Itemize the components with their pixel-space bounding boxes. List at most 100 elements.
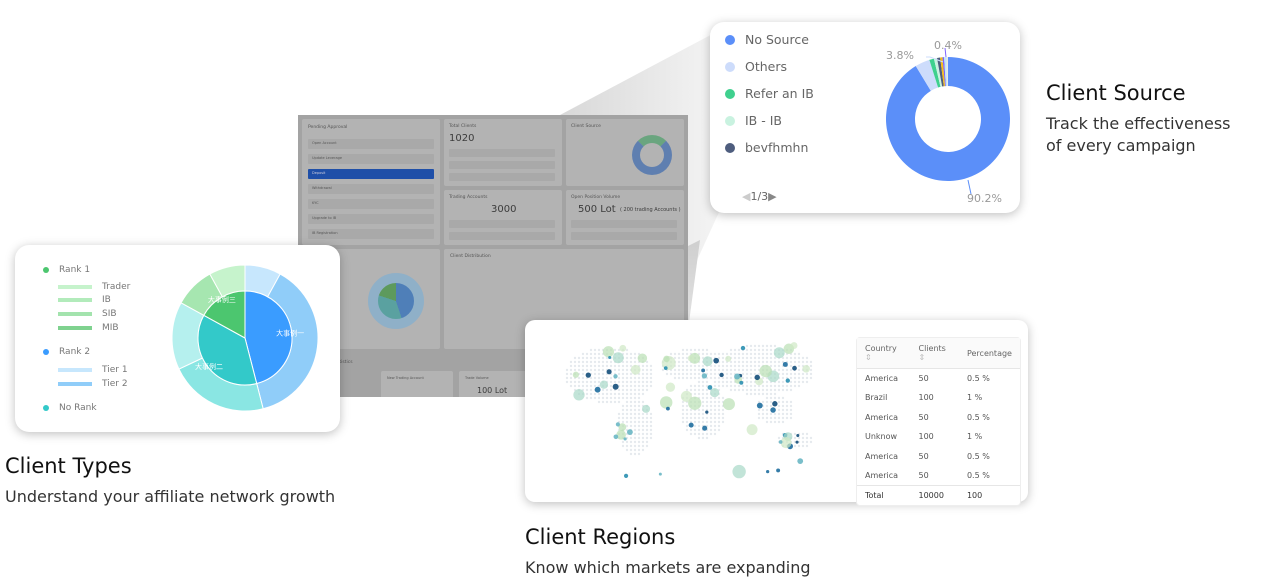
source-legend-item[interactable]: Refer an IB [725, 86, 814, 101]
pending-item[interactable]: Deposit [308, 169, 434, 179]
legend-item-tier-1[interactable]: Tier 1 [58, 365, 128, 375]
map-land-dot [789, 404, 793, 408]
legend-item-no-rank[interactable]: No Rank [43, 403, 97, 413]
col-country[interactable]: Country ⇕ [857, 338, 911, 369]
map-land-dot [701, 364, 705, 368]
map-land-dot [581, 384, 585, 388]
next-page-icon[interactable]: ▶ [768, 190, 776, 203]
client-region-marker [740, 345, 746, 351]
map-land-dot [597, 352, 601, 356]
map-land-dot [737, 388, 741, 392]
client-region-marker [599, 380, 609, 389]
map-land-dot [693, 392, 697, 396]
total-cell: 10000 [910, 485, 959, 505]
map-land-dot [789, 356, 793, 360]
legend-label: bevfhmhn [745, 140, 809, 155]
client-region-marker [613, 434, 619, 440]
client-region-marker [623, 437, 627, 441]
source-legend-item[interactable]: No Source [725, 32, 809, 47]
legend-swatch [43, 405, 49, 411]
map-land-dot [581, 380, 585, 384]
map-land-dot [637, 400, 641, 404]
legend-item-mib[interactable]: MIB [58, 323, 119, 333]
pending-item[interactable]: Open Account [308, 139, 434, 149]
map-land-dot [649, 432, 653, 436]
client-region-marker [773, 347, 785, 359]
legend-item-sib[interactable]: SIB [58, 309, 117, 319]
map-land-dot [633, 436, 637, 440]
client-region-marker [608, 356, 612, 360]
pending-item[interactable]: IB Registration [308, 229, 434, 239]
map-land-dot [729, 368, 733, 372]
map-land-dot [721, 408, 725, 412]
map-land-dot [773, 420, 777, 424]
map-land-dot [609, 384, 613, 388]
client-region-marker [790, 342, 798, 349]
map-land-dot [697, 380, 701, 384]
map-land-dot [765, 392, 769, 396]
source-legend-item[interactable]: Others [725, 59, 787, 74]
col-clients[interactable]: Clients ⇕ [910, 338, 959, 369]
map-land-dot [757, 360, 761, 364]
map-land-dot [757, 356, 761, 360]
map-land-dot [637, 424, 641, 428]
client-region-marker [663, 355, 670, 363]
map-land-dot [633, 360, 637, 364]
map-land-dot [625, 348, 629, 352]
pending-item[interactable]: Update Leverage [308, 154, 434, 164]
map-land-dot [757, 416, 761, 420]
map-land-dot [681, 364, 685, 368]
map-land-dot [693, 412, 697, 416]
client-source-subtitle-2: of every campaign [1046, 136, 1196, 155]
map-land-dot [641, 412, 645, 416]
map-land-dot [609, 380, 613, 384]
map-land-dot [733, 348, 737, 352]
map-land-dot [777, 388, 781, 392]
map-land-dot [769, 396, 773, 400]
map-land-dot [681, 420, 685, 424]
map-land-dot [649, 368, 653, 372]
map-land-dot [717, 428, 721, 432]
client-region-marker [665, 382, 676, 392]
table-cell: 100 [918, 432, 934, 442]
map-land-dot [629, 384, 633, 388]
legend-item-tier-2[interactable]: Tier 2 [58, 379, 128, 389]
client-region-marker [797, 458, 804, 464]
client-region-marker [756, 402, 763, 409]
legend-item-rank-1[interactable]: Rank 1 [43, 265, 90, 275]
source-legend-item[interactable]: bevfhmhn [725, 140, 808, 155]
map-land-dot [769, 344, 773, 348]
legend-item-trader[interactable]: Trader [58, 282, 130, 292]
map-land-dot [625, 400, 629, 404]
map-land-dot [621, 376, 625, 380]
map-land-dot [633, 424, 637, 428]
map-land-dot [629, 396, 633, 400]
map-land-dot [749, 376, 753, 380]
pending-item[interactable]: Withdrawal [308, 184, 434, 194]
client-region-marker [792, 365, 797, 371]
map-land-dot [597, 400, 601, 404]
map-land-dot [781, 372, 785, 376]
map-land-dot [721, 420, 725, 424]
map-land-dot [773, 396, 777, 400]
map-land-dot [777, 380, 781, 384]
map-land-dot [717, 364, 721, 368]
map-land-dot [661, 368, 665, 372]
map-land-dot [593, 392, 597, 396]
legend-item-ib[interactable]: IB [58, 295, 111, 305]
map-land-dot [637, 388, 641, 392]
map-land-dot [681, 404, 685, 408]
map-land-dot [745, 384, 749, 388]
map-land-dot [721, 368, 725, 372]
source-legend-item[interactable]: IB - IB [725, 113, 782, 128]
client-region-marker [659, 396, 673, 409]
map-land-dot [749, 352, 753, 356]
map-land-dot [777, 436, 781, 440]
legend-pager[interactable]: ◀1/3▶ [742, 190, 777, 203]
map-land-dot [697, 416, 701, 420]
map-land-dot [745, 344, 749, 348]
legend-item-rank-2[interactable]: Rank 2 [43, 347, 90, 357]
pending-item[interactable]: Upgrade to IB [308, 214, 434, 224]
map-land-dot [593, 364, 597, 368]
pending-item[interactable]: KYC [308, 199, 434, 209]
